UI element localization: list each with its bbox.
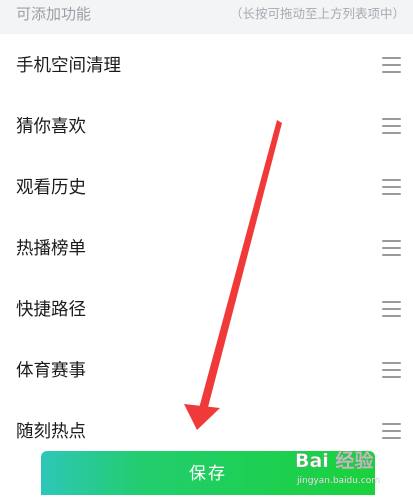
save-button[interactable]: 保存 (41, 451, 375, 495)
list-item[interactable]: 热播榜单 (0, 219, 413, 280)
drag-handle-icon[interactable] (382, 57, 401, 75)
section-header: 可添加功能 （长按可拖动至上方列表项中） (0, 0, 413, 34)
drag-handle-icon[interactable] (382, 301, 401, 319)
list-item[interactable]: 猜你喜欢 (0, 97, 413, 158)
section-title: 可添加功能 (16, 5, 92, 23)
list-item[interactable]: 手机空间清理 (0, 36, 413, 97)
list-item-label: 猜你喜欢 (16, 117, 86, 137)
drag-handle-icon[interactable] (382, 240, 401, 258)
list-item[interactable]: 体育赛事 (0, 341, 413, 402)
drag-handle-icon[interactable] (382, 179, 401, 197)
list-item-label: 观看历史 (16, 178, 86, 198)
drag-handle-icon[interactable] (382, 423, 401, 441)
drag-handle-icon[interactable] (382, 118, 401, 136)
list-item-label: 快捷路径 (16, 300, 86, 320)
section-hint: （长按可拖动至上方列表项中） (229, 6, 405, 21)
list-item-label: 体育赛事 (16, 361, 86, 381)
list-item-label: 热播榜单 (16, 239, 86, 259)
drag-handle-icon[interactable] (382, 362, 401, 380)
available-features-list: 手机空间清理 猜你喜欢 观看历史 热播榜单 快捷路径 体育赛事 随刻热点 (0, 36, 413, 463)
list-item[interactable]: 观看历史 (0, 158, 413, 219)
list-item-label: 手机空间清理 (16, 56, 121, 76)
list-item[interactable]: 快捷路径 (0, 280, 413, 341)
